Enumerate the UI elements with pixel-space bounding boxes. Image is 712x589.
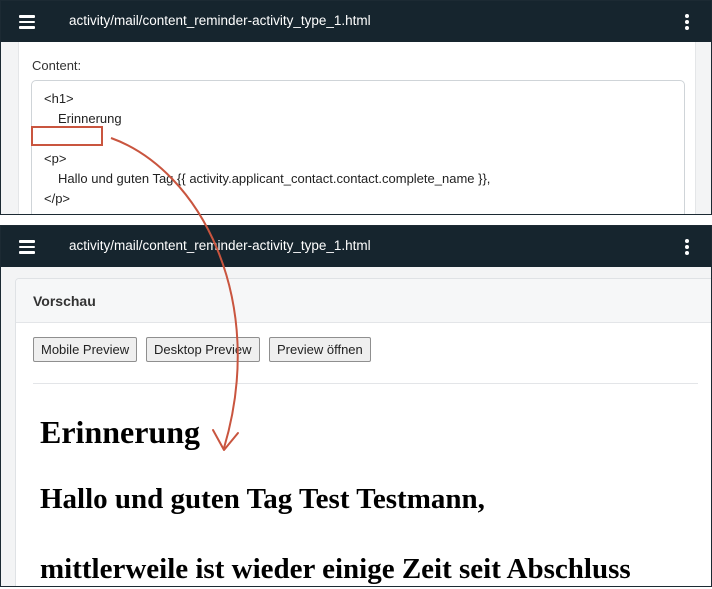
code-line: </p> [44,191,71,206]
kebab-menu-icon[interactable] [685,239,689,257]
preview-header: Vorschau [16,279,711,323]
rendered-greeting: Hallo und guten Tag Test Testmann, [40,483,485,515]
preview-card: Vorschau Mobile Preview Desktop Preview … [15,278,711,586]
preview-open-button[interactable]: Preview öffnen [269,337,371,362]
top-bar: activity/mail/content_reminder-activity_… [1,1,711,42]
menu-icon[interactable] [19,15,35,29]
desktop-preview-button[interactable]: Desktop Preview [146,337,260,362]
code-line: Erinnerung [58,111,122,126]
top-bar: activity/mail/content_reminder-activity_… [1,226,711,267]
preview-screenshot: activity/mail/content_reminder-activity_… [0,225,712,587]
file-path: activity/mail/content_reminder-activity_… [69,13,371,28]
divider [33,383,698,384]
content-label: Content: [32,58,82,73]
preview-title: Vorschau [33,293,96,309]
code-line: Hallo und guten Tag {{ activity.applican… [58,171,491,186]
content-textarea[interactable]: <h1> Erinnerung <p> Hallo und guten Tag … [31,80,685,214]
menu-icon[interactable] [19,240,35,254]
mobile-preview-button[interactable]: Mobile Preview [33,337,138,362]
code-line: <p> [44,151,67,166]
code-line: <h1> [44,91,74,106]
file-path: activity/mail/content_reminder-activity_… [69,238,371,253]
editor-card: Content: <h1> Erinnerung <p> Hallo und g… [18,42,696,214]
rendered-body: mittlerweile ist wieder einige Zeit seit… [40,553,631,585]
kebab-menu-icon[interactable] [685,14,689,32]
editor-screenshot: activity/mail/content_reminder-activity_… [0,0,712,215]
rendered-heading: Erinnerung [40,414,201,450]
